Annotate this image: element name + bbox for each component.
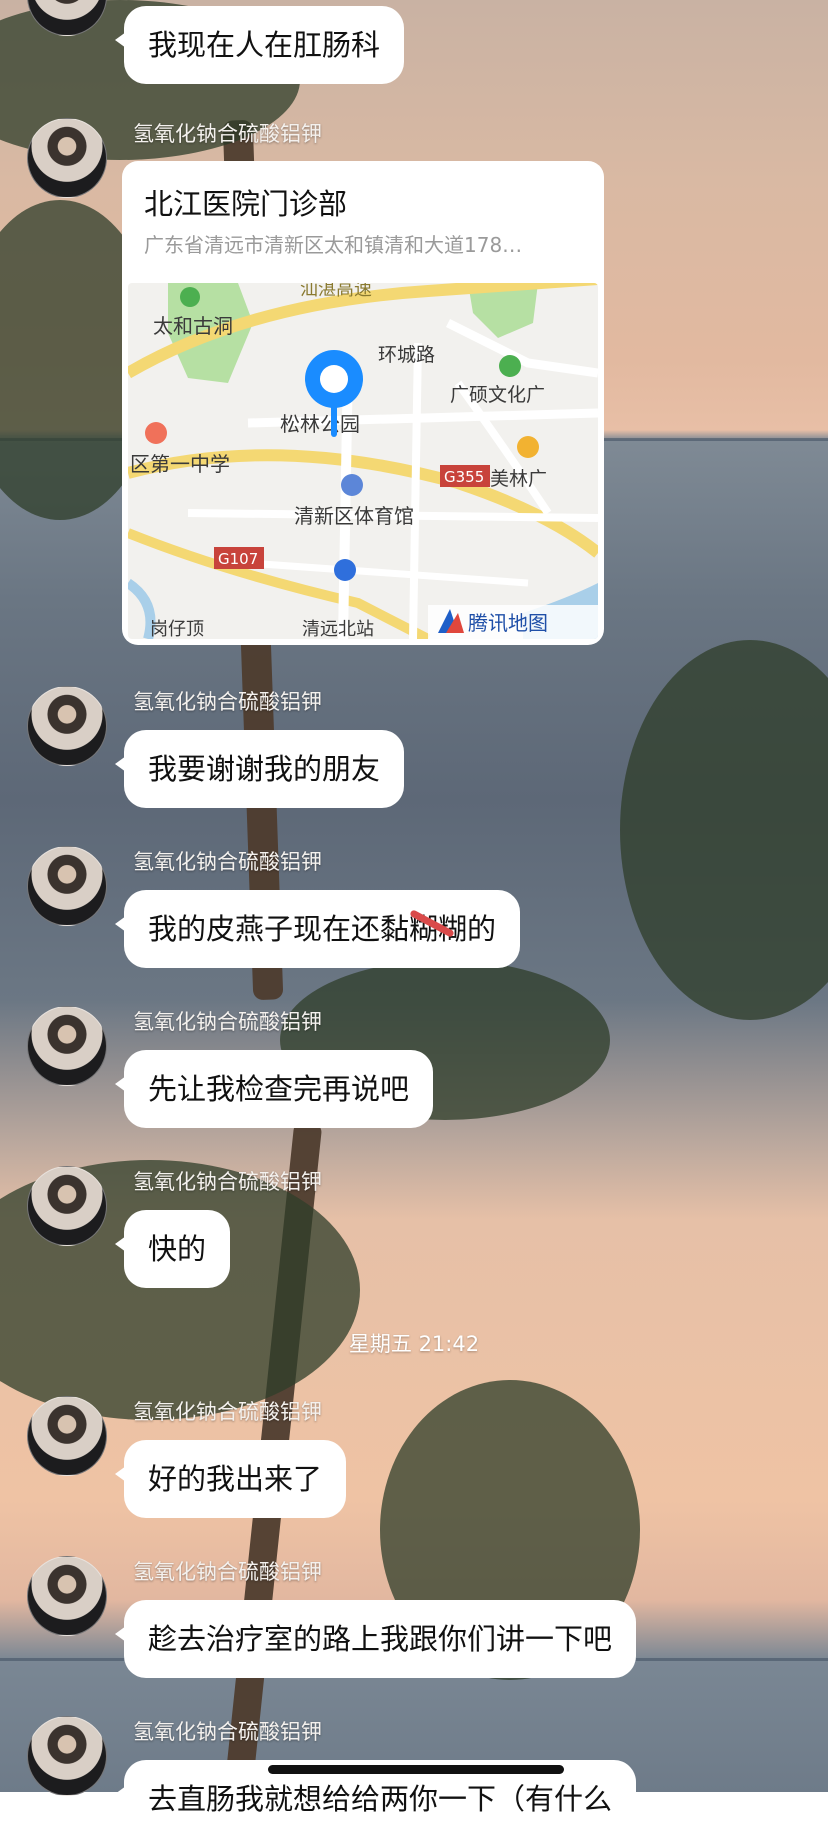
sender-name: 氢氧化钠合硫酸铝钾 — [133, 122, 322, 146]
park-marker-icon — [180, 287, 200, 307]
sender-name: 氢氧化钠合硫酸铝钾 — [133, 1720, 322, 1744]
map-label: G355 — [444, 468, 484, 486]
sender-name: 氢氧化钠合硫酸铝钾 — [133, 850, 322, 874]
sender-name: 氢氧化钠合硫酸铝钾 — [133, 1170, 322, 1194]
avatar[interactable] — [27, 686, 107, 766]
sender-name: 氢氧化钠合硫酸铝钾 — [133, 690, 322, 714]
map-preview[interactable]: 太和古洞 汕湛高速 环城路 广硕文化广 松林公园 区第一中学 G355 美林广 … — [128, 283, 598, 639]
map-brand-label: 腾讯地图 — [468, 611, 548, 635]
chat-timestamp: 星期五 21:42 — [348, 1332, 480, 1356]
map-label: 清新区体育馆 — [294, 504, 414, 528]
location-card[interactable]: 北江医院门诊部 广东省清远市清新区太和镇清和大道178… 太和古洞 汕湛高速 环… — [122, 161, 604, 645]
message-bubble[interactable]: 趁去治疗室的路上我跟你们讲一下吧 — [114, 1600, 637, 1678]
message-bubble[interactable]: 我要谢谢我的朋友 — [114, 730, 405, 808]
station-marker-icon — [334, 559, 356, 581]
chat-message-list[interactable]: 我现在人在肛肠科 氢氧化钠合硫酸铝钾 北江医院门诊部 广东省清远市清新区太和镇清… — [0, 0, 828, 1838]
map-label: 太和古洞 — [153, 314, 233, 338]
sender-name: 氢氧化钠合硫酸铝钾 — [133, 1010, 322, 1034]
culture-marker-icon — [499, 355, 521, 377]
map-label: 广硕文化广 — [450, 384, 545, 406]
message-bubble[interactable]: 先让我检查完再说吧 — [114, 1050, 434, 1128]
map-label: 岗仔顶 — [150, 619, 204, 639]
message-bubble[interactable]: 快的 — [114, 1210, 231, 1288]
message-bubble[interactable]: 我的皮燕子现在还黏糊糊的 — [114, 890, 521, 968]
avatar[interactable] — [27, 1716, 107, 1796]
avatar[interactable] — [27, 1396, 107, 1476]
avatar[interactable] — [27, 1166, 107, 1246]
map-label: 汕湛高速 — [300, 283, 372, 300]
location-title: 北江医院门诊部 — [144, 187, 348, 221]
avatar[interactable] — [27, 1006, 107, 1086]
mall-marker-icon — [517, 436, 539, 458]
avatar[interactable] — [27, 118, 107, 198]
home-indicator[interactable] — [268, 1765, 564, 1774]
map-label: 美林广 — [490, 468, 547, 490]
road — [409, 342, 422, 639]
sender-name: 氢氧化钠合硫酸铝钾 — [133, 1560, 322, 1584]
map-label: 清远北站 — [302, 619, 374, 639]
avatar[interactable] — [27, 0, 107, 36]
sender-name: 氢氧化钠合硫酸铝钾 — [133, 1400, 322, 1424]
avatar[interactable] — [27, 1556, 107, 1636]
message-bubble[interactable]: 好的我出来了 — [114, 1440, 347, 1518]
map-label: 环城路 — [378, 344, 435, 366]
message-bubble[interactable]: 我现在人在肛肠科 — [114, 6, 405, 84]
stadium-marker-icon — [341, 474, 363, 496]
school-marker-icon — [145, 422, 167, 444]
location-address: 广东省清远市清新区太和镇清和大道178… — [144, 233, 523, 257]
map-label: 松林公园 — [280, 412, 360, 436]
map-label: 区第一中学 — [130, 452, 230, 476]
avatar[interactable] — [27, 846, 107, 926]
map-label: G107 — [218, 550, 258, 568]
